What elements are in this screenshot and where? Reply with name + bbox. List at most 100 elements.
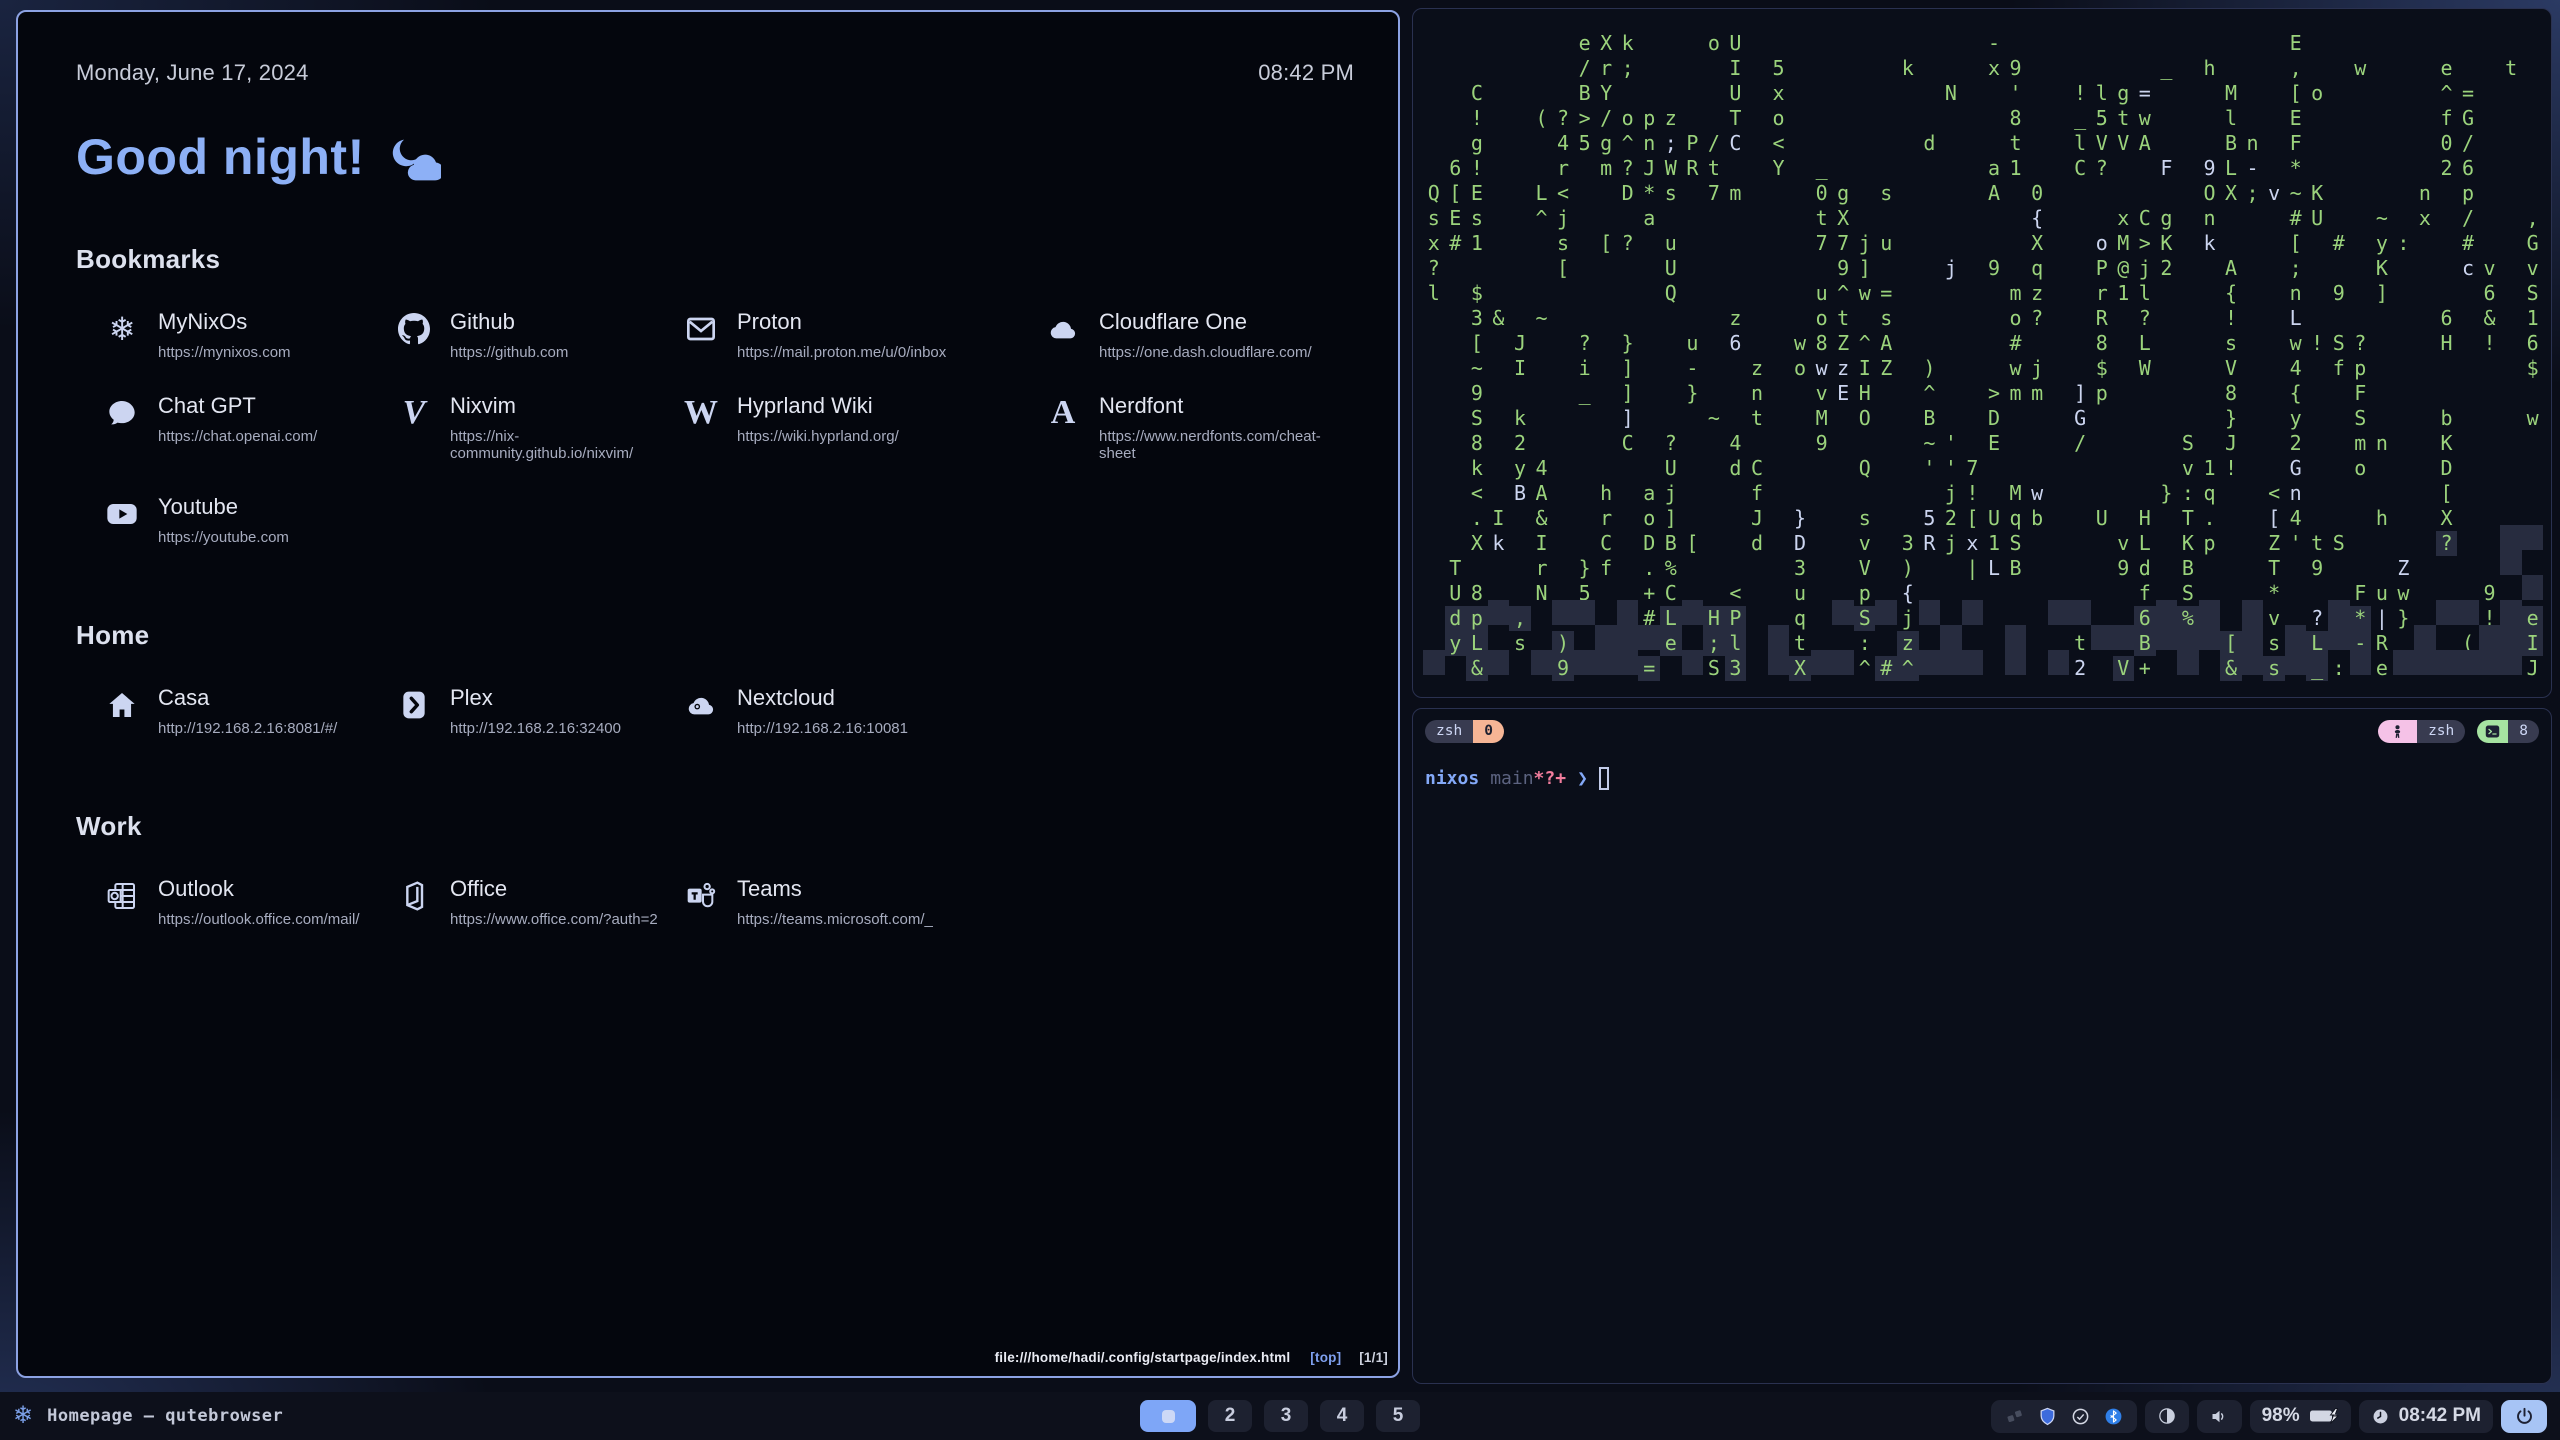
shell-prompt[interactable]: nixos main *?+ ❯ xyxy=(1425,767,2539,790)
bookmark-url: https://wiki.hyprland.org/ xyxy=(737,428,899,445)
bookmark-url: https://mynixos.com xyxy=(158,344,291,361)
session-tab-count: 8 xyxy=(2508,720,2539,743)
bookmark-item[interactable]: Casa http://192.168.2.16:8081/#/ xyxy=(104,685,396,737)
waybar: ❄ Homepage — qutebrowser 2345 98% 08:42 … xyxy=(0,1392,2560,1440)
startpage-section: Home Casa http://192.168.2.16:8081/#/ Pl… xyxy=(76,620,1354,737)
nextcloud-icon xyxy=(683,687,719,723)
bookmark-url: http://192.168.2.16:10081 xyxy=(737,720,908,737)
bookmark-item[interactable]: W Hyprland Wiki https://wiki.hyprland.or… xyxy=(683,393,1045,462)
bookmark-item[interactable]: Outlook https://outlook.office.com/mail/ xyxy=(104,876,396,928)
speaker-icon xyxy=(2209,1406,2230,1427)
tab-index: 0 xyxy=(1473,720,1504,743)
zellij-tab-count[interactable]: 8 xyxy=(2477,720,2539,743)
greeting-text: Good night! xyxy=(76,128,365,186)
workspace-2[interactable]: 2 xyxy=(1208,1400,1252,1432)
zellij-tab-zsh[interactable]: zsh 0 xyxy=(1425,720,1504,743)
bookmark-url: https://www.office.com/?auth=2 xyxy=(450,911,658,928)
session-label: zsh xyxy=(2417,720,2465,743)
matrix-terminal-window[interactable]: eXkoU-E/r;I5kx9_h,wetCBYUxN'!lg=M[o^=!(?… xyxy=(1412,8,2552,698)
startpage-section: Bookmarks ❄ MyNixOs https://mynixos.com … xyxy=(76,244,1354,546)
check-icon[interactable] xyxy=(2071,1407,2090,1426)
bookmark-url: http://192.168.2.16:8081/#/ xyxy=(158,720,337,737)
office-icon xyxy=(396,878,432,914)
bookmark-name: Github xyxy=(450,309,568,335)
zellij-session-user[interactable]: zsh xyxy=(2378,720,2465,743)
qutebrowser-window[interactable]: Monday, June 17, 2024 08:42 PM Good nigh… xyxy=(16,10,1400,1378)
workspace-1-active[interactable] xyxy=(1140,1400,1196,1432)
bookmark-url: https://github.com xyxy=(450,344,568,361)
battery-module[interactable]: 98% xyxy=(2250,1400,2351,1433)
startpage: Monday, June 17, 2024 08:42 PM Good nigh… xyxy=(18,12,1398,1346)
bookmark-name: Nextcloud xyxy=(737,685,908,711)
bookmark-item[interactable]: Teams https://teams.microsoft.com/_ xyxy=(683,876,1045,928)
workspace-5[interactable]: 5 xyxy=(1376,1400,1420,1432)
bookmark-name: Nixvim xyxy=(450,393,683,419)
shell-terminal-window[interactable]: zsh 0 zsh 8 nixos main *?+ ❯ xyxy=(1412,708,2552,1384)
bookmark-item[interactable]: Plex http://192.168.2.16:32400 xyxy=(396,685,683,737)
bookmark-name: Youtube xyxy=(158,494,289,520)
plex-icon xyxy=(396,687,432,723)
sync-icon[interactable] xyxy=(2005,1407,2024,1426)
workspace-4[interactable]: 4 xyxy=(1320,1400,1364,1432)
home-icon xyxy=(104,687,140,723)
statusbar-tab-counter: [1/1] xyxy=(1359,1350,1388,1365)
bookmark-url: https://youtube.com xyxy=(158,529,289,546)
bookmark-item[interactable]: ❄ MyNixOs https://mynixos.com xyxy=(104,309,396,361)
active-window-title: Homepage — qutebrowser xyxy=(47,1406,283,1426)
matrix-grid: eXkoU-E/r;I5kx9_h,wetCBYUxN'!lg=M[o^=!(?… xyxy=(1423,25,2551,675)
nixos-icon: ❄ xyxy=(104,311,140,347)
power-icon xyxy=(2514,1406,2535,1427)
bookmark-item[interactable]: A Nerdfont https://www.nerdfonts.com/che… xyxy=(1045,393,1354,462)
bluetooth-icon[interactable] xyxy=(2104,1407,2123,1426)
startpage-section: Work Outlook https://outlook.office.com/… xyxy=(76,811,1354,928)
bookmark-url: http://192.168.2.16:32400 xyxy=(450,720,621,737)
bookmark-url: https://chat.openai.com/ xyxy=(158,428,317,445)
bookmark-item[interactable]: Proton https://mail.proton.me/u/0/inbox xyxy=(683,309,1045,361)
clock-text: 08:42 PM xyxy=(2399,1405,2481,1427)
power-button[interactable] xyxy=(2501,1400,2547,1433)
prompt-symbol: ❯ xyxy=(1577,768,1588,789)
outlook-icon xyxy=(104,878,140,914)
bookmark-name: Cloudflare One xyxy=(1099,309,1312,335)
clock-label: 08:42 PM xyxy=(1258,60,1354,86)
clock-icon xyxy=(2371,1407,2390,1426)
section-title: Work xyxy=(76,811,1354,842)
bookmark-name: Office xyxy=(450,876,658,902)
bookmark-item[interactable]: Nextcloud http://192.168.2.16:10081 xyxy=(683,685,1045,737)
bookmark-name: Teams xyxy=(737,876,933,902)
youtube-icon xyxy=(104,496,140,532)
battery-charging-icon xyxy=(2309,1408,2339,1424)
section-title: Bookmarks xyxy=(76,244,1354,275)
clock-module[interactable]: 08:42 PM xyxy=(2359,1400,2493,1433)
volume-control[interactable] xyxy=(2197,1400,2242,1433)
bookmark-name: MyNixOs xyxy=(158,309,291,335)
active-workspace-indicator xyxy=(1162,1410,1175,1423)
bookmark-url: https://nix-community.github.io/nixvim/ xyxy=(450,428,683,462)
bookmark-item[interactable]: Youtube https://youtube.com xyxy=(104,494,396,546)
bookmark-url: https://teams.microsoft.com/_ xyxy=(737,911,933,928)
bookmark-url: https://one.dash.cloudflare.com/ xyxy=(1099,344,1312,361)
bookmark-item[interactable]: V Nixvim https://nix-community.github.io… xyxy=(396,393,683,462)
shield-icon[interactable] xyxy=(2038,1407,2057,1426)
cloud-icon xyxy=(1045,311,1081,347)
prompt-git-branch: main xyxy=(1490,768,1533,789)
bookmark-item[interactable]: Chat GPT https://chat.openai.com/ xyxy=(104,393,396,462)
nixos-logo-icon: ❄ xyxy=(13,1404,33,1428)
bookmark-name: Outlook xyxy=(158,876,359,902)
bookmark-item[interactable]: Cloudflare One https://one.dash.cloudfla… xyxy=(1045,309,1354,361)
system-tray[interactable] xyxy=(1991,1400,2137,1433)
zellij-status-bar: zsh 0 zsh 8 xyxy=(1425,720,2539,743)
statusbar-scroll-position: [top] xyxy=(1310,1350,1341,1365)
bookmark-name: Proton xyxy=(737,309,946,335)
battery-percent: 98% xyxy=(2262,1405,2300,1427)
bookmark-item[interactable]: Office https://www.office.com/?auth=2 xyxy=(396,876,683,928)
bookmark-item[interactable]: Github https://github.com xyxy=(396,309,683,361)
statusbar-url: file:///home/hadi/.config/startpage/inde… xyxy=(995,1350,1291,1365)
terminal-cursor xyxy=(1599,767,1609,790)
bookmark-name: Chat GPT xyxy=(158,393,317,419)
date-label: Monday, June 17, 2024 xyxy=(76,60,309,86)
bookmark-name: Plex xyxy=(450,685,621,711)
tab-label: zsh xyxy=(1425,720,1473,743)
workspace-3[interactable]: 3 xyxy=(1264,1400,1308,1432)
night-light-toggle[interactable] xyxy=(2145,1400,2189,1433)
